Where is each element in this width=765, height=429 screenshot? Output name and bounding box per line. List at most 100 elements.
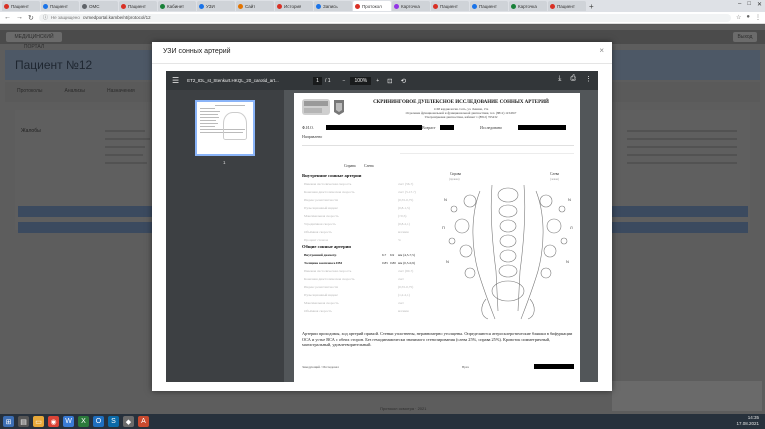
tab-favicon-icon xyxy=(82,3,87,9)
measurement-name: Объёмная скорость xyxy=(304,309,332,313)
menu-item[interactable]: Анализы xyxy=(65,88,85,96)
tab-favicon-icon xyxy=(550,3,555,9)
app-icon[interactable]: ◆ xyxy=(123,416,134,427)
page-number-input[interactable]: 1 xyxy=(313,76,322,85)
measurement-name: Конечная диастолическая скорость xyxy=(304,277,355,281)
document-footer: Заведующий / Исследовал Врач xyxy=(302,364,574,369)
system-tray[interactable]: 14:35 17.08.2021 xyxy=(736,415,759,427)
tab-favicon-icon xyxy=(511,3,516,9)
start-icon[interactable]: ⊞ xyxy=(3,416,14,427)
back-icon[interactable]: ← xyxy=(4,14,11,21)
tab-label: УЗИ xyxy=(206,3,215,9)
card-label: Жалобы xyxy=(21,128,41,134)
measurement-row: Максимальная скорость (>0,5) xyxy=(304,214,439,220)
browser-tab[interactable]: Карточка xyxy=(509,1,547,11)
zoom-level[interactable]: 100% xyxy=(350,76,372,85)
chrome-icon[interactable]: ◉ xyxy=(48,416,59,427)
measurement-row: Индекс резистентности (0,55-0,75) xyxy=(304,285,439,291)
close-icon[interactable]: × xyxy=(599,46,604,55)
star-icon[interactable]: ☆ xyxy=(736,14,741,21)
browser-tab[interactable]: Кабинет xyxy=(158,1,196,11)
folder-icon[interactable]: ▭ xyxy=(33,416,44,427)
new-tab-icon[interactable]: + xyxy=(589,2,594,11)
url-field[interactable]: ⓘ Не защищено cvmedportal.kambe/nt/proto… xyxy=(38,13,731,22)
svg-text:Л: Л xyxy=(570,225,573,230)
measurement-row: Максимальная скорость см/с xyxy=(304,301,439,307)
side-panel xyxy=(612,381,762,411)
browser-tab[interactable]: Запись xyxy=(314,1,352,11)
close-window-icon[interactable]: ✕ xyxy=(757,1,762,8)
tab-label: Пациент xyxy=(50,3,68,9)
word-icon[interactable]: W xyxy=(63,416,74,427)
measurement-unit: мл/мин xyxy=(398,230,409,234)
browser-tab[interactable]: Протокол xyxy=(353,1,391,11)
excel-icon[interactable]: X xyxy=(78,416,89,427)
print-icon[interactable]: ⎙ xyxy=(570,75,576,83)
tab-label: ОМС xyxy=(89,3,100,9)
browser-tab[interactable]: История xyxy=(275,1,313,11)
svg-text:N: N xyxy=(446,259,449,264)
measurement-unit: см/с xyxy=(398,301,405,305)
measurement-row: Конечная диастолическая скорость см/с xyxy=(304,277,439,283)
left-side-label: Слева xyxy=(364,164,374,168)
measurement-name: Максимальная скорость xyxy=(304,214,339,218)
browser-tab[interactable]: ОМС xyxy=(80,1,118,11)
not-secure-label: Не защищено xyxy=(50,15,80,20)
rotate-icon[interactable]: ⟲ xyxy=(401,77,406,85)
measurement-name: Объёмная скорость xyxy=(304,230,332,234)
tab-favicon-icon xyxy=(394,3,399,9)
browser-tab[interactable]: Пациент xyxy=(41,1,79,11)
outlook-icon[interactable]: O xyxy=(93,416,104,427)
browser-tab[interactable]: Пациент xyxy=(119,1,157,11)
measurement-name: Пиковая систолическая скорость xyxy=(304,182,352,186)
info-icon[interactable]: ⓘ xyxy=(43,14,48,21)
zoom-out-icon[interactable]: − xyxy=(343,78,346,84)
file-explorer-icon[interactable]: ▤ xyxy=(18,416,29,427)
browser-tab[interactable]: УЗИ xyxy=(197,1,235,11)
browser-tab[interactable]: Карточка xyxy=(392,1,430,11)
more-options-icon[interactable]: ⋮ xyxy=(585,75,592,83)
browser-tab[interactable]: Сайт xyxy=(236,1,274,11)
measurement-unit: мм (0,5-0,9) xyxy=(398,261,416,265)
browser-tab[interactable]: Пациент xyxy=(470,1,508,11)
reload-icon[interactable]: ↻ xyxy=(28,14,34,22)
maximize-icon[interactable]: □ xyxy=(747,1,751,8)
measurement-row: Толщина комплекса ИМ 0.85 0.80 мм (0,5-0,9) xyxy=(304,261,439,267)
footer-right: Врач xyxy=(462,365,469,369)
measurement-unit: (0,8-1,5) xyxy=(398,206,410,210)
zoom-control: − 100% + xyxy=(343,76,379,85)
menu-item[interactable]: Назначения xyxy=(107,88,135,96)
download-icon[interactable]: ⤓ xyxy=(558,75,561,83)
pdf-viewer: ☰ ET2_IDL_st_Stenkurt.HKQL_20_carotid_ar… xyxy=(166,71,598,382)
fit-page-icon[interactable]: ⊡ xyxy=(387,77,392,85)
measurement-row: Объёмная скорость мл/мин xyxy=(304,309,439,315)
page-footer: Протокол осмотра · 2021 xyxy=(380,406,427,411)
page-thumbnail[interactable] xyxy=(195,100,255,156)
measurement-row: Внутренний диаметр 6.7 6.9 мм (4,5-7,5) xyxy=(304,253,439,259)
browser-tab[interactable]: Пациент xyxy=(431,1,469,11)
hamburger-menu-icon[interactable]: ☰ xyxy=(172,76,179,85)
zoom-in-icon[interactable]: + xyxy=(376,78,379,84)
pdf-filename: ET2_IDL_st_Stenkurt.HKQL_20_carotid_art.… xyxy=(187,78,279,83)
measurement-unit: (0,8-2,1) xyxy=(398,222,410,226)
browser-tab[interactable]: Пациент xyxy=(548,1,586,11)
tab-favicon-icon xyxy=(316,3,321,9)
measurement-name: Конечная диастолическая скорость xyxy=(304,190,355,194)
menu-dots-icon[interactable]: ⋮ xyxy=(755,14,761,21)
forward-icon[interactable]: → xyxy=(16,14,23,21)
pdf-icon[interactable]: A xyxy=(138,416,149,427)
browser-tab[interactable]: Пациент xyxy=(2,1,40,11)
referred-label: Направлено xyxy=(302,134,323,139)
url-text: cvmedportal.kambe/nt/protocol/12 xyxy=(82,15,151,20)
menu-item[interactable]: Протоколы xyxy=(17,88,43,96)
measurement-value-left: 6.9 xyxy=(390,253,395,257)
skype-icon[interactable]: S xyxy=(108,416,119,427)
brand-logo[interactable]: МЕДИЦИНСКИЙ ПОРТАЛ xyxy=(6,32,62,50)
exit-button[interactable]: Выход xyxy=(733,32,757,42)
minimize-icon[interactable]: – xyxy=(738,1,741,8)
profile-icon[interactable]: ● xyxy=(746,14,750,21)
measurement-unit: (>0,5) xyxy=(398,214,407,218)
date-label: Исследовано xyxy=(480,125,502,130)
thumbnail-sidebar: 1 xyxy=(166,90,284,382)
measurement-unit: % xyxy=(398,238,401,242)
